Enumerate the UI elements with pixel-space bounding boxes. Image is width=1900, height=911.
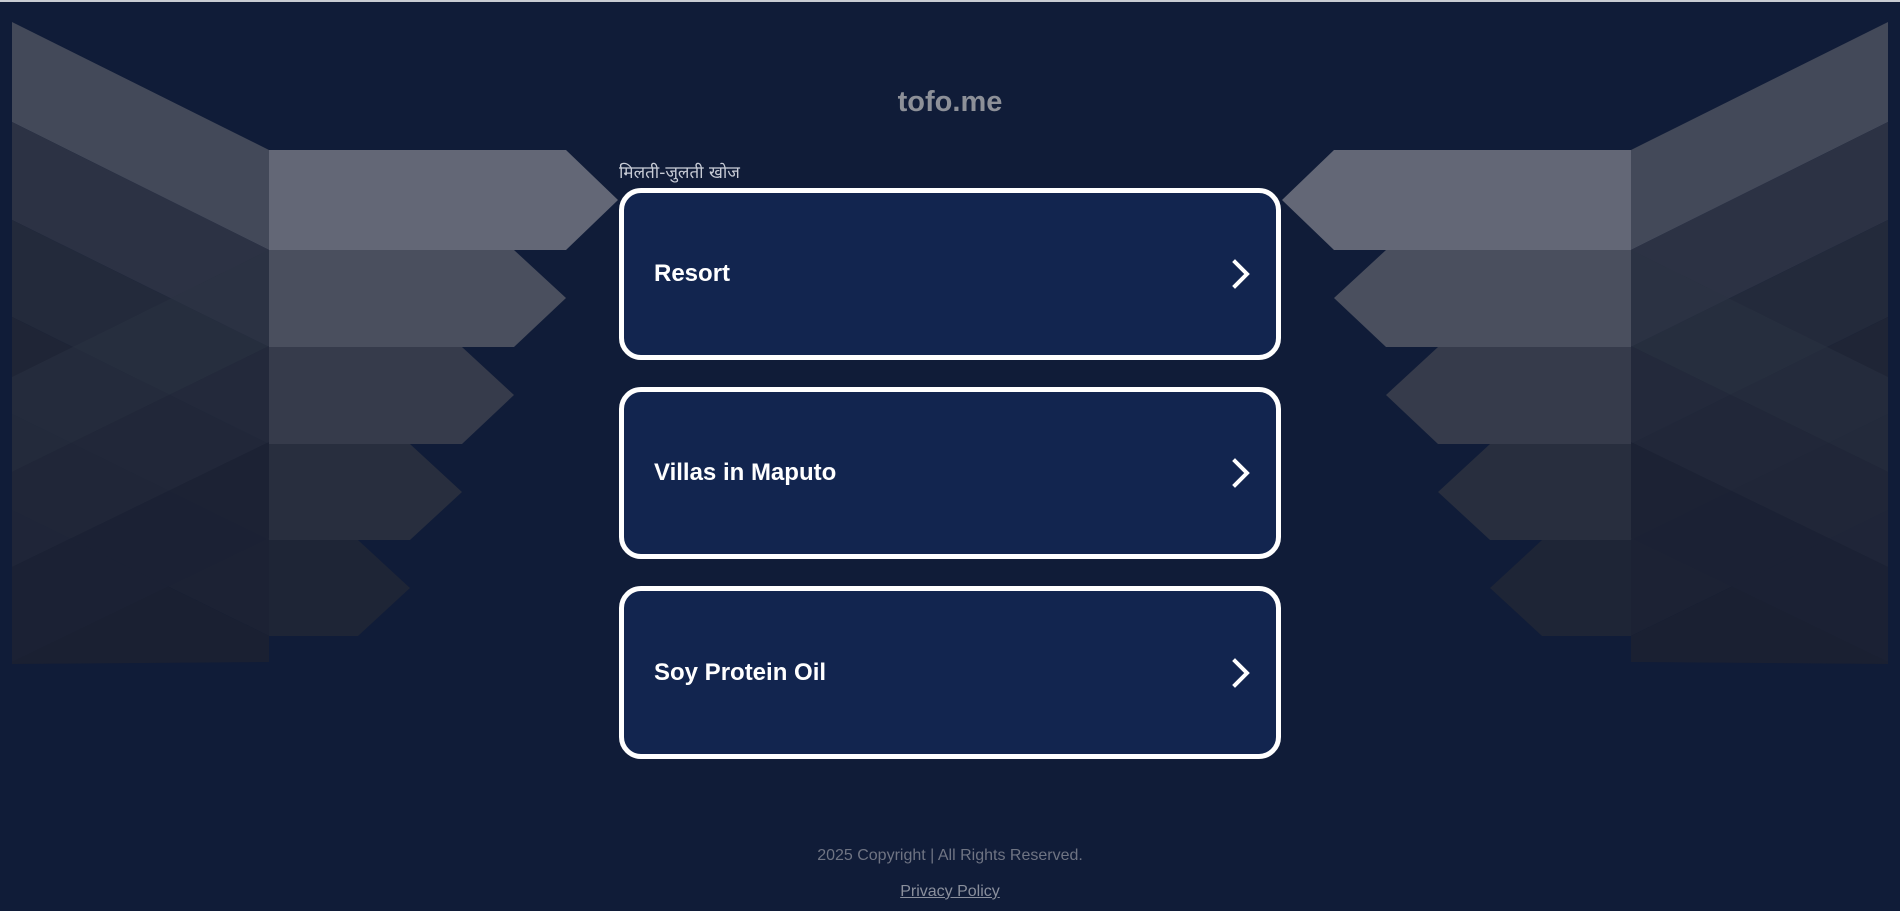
parked-domain-page: tofo.me मिलती-जुलती खोज Resort Villas in… <box>0 0 1900 911</box>
domain-title: tofo.me <box>897 86 1003 118</box>
privacy-policy-link[interactable]: Privacy Policy <box>900 883 1000 900</box>
link-item-villas-in-maputo[interactable]: Villas in Maputo <box>619 387 1281 559</box>
link-label: Soy Protein Oil <box>654 658 827 686</box>
related-links-list: Resort Villas in Maputo Soy Protein Oil <box>619 188 1281 759</box>
link-item-resort[interactable]: Resort <box>619 188 1281 360</box>
footer-links: Privacy Policy <box>0 883 1900 901</box>
chevron-right-icon <box>1232 259 1250 289</box>
left-wing-decoration <box>12 22 618 664</box>
link-item-soy-protein-oil[interactable]: Soy Protein Oil <box>619 586 1281 759</box>
link-label: Resort <box>654 260 731 287</box>
right-wing-decoration <box>1282 22 1888 664</box>
copyright-text: 2025 Copyright | All Rights Reserved. <box>817 847 1083 864</box>
chevron-right-icon <box>1232 657 1250 688</box>
link-label: Villas in Maputo <box>654 459 837 486</box>
related-searches-label: मिलती-जुलती खोज <box>619 163 740 183</box>
chevron-right-icon <box>1232 458 1250 488</box>
